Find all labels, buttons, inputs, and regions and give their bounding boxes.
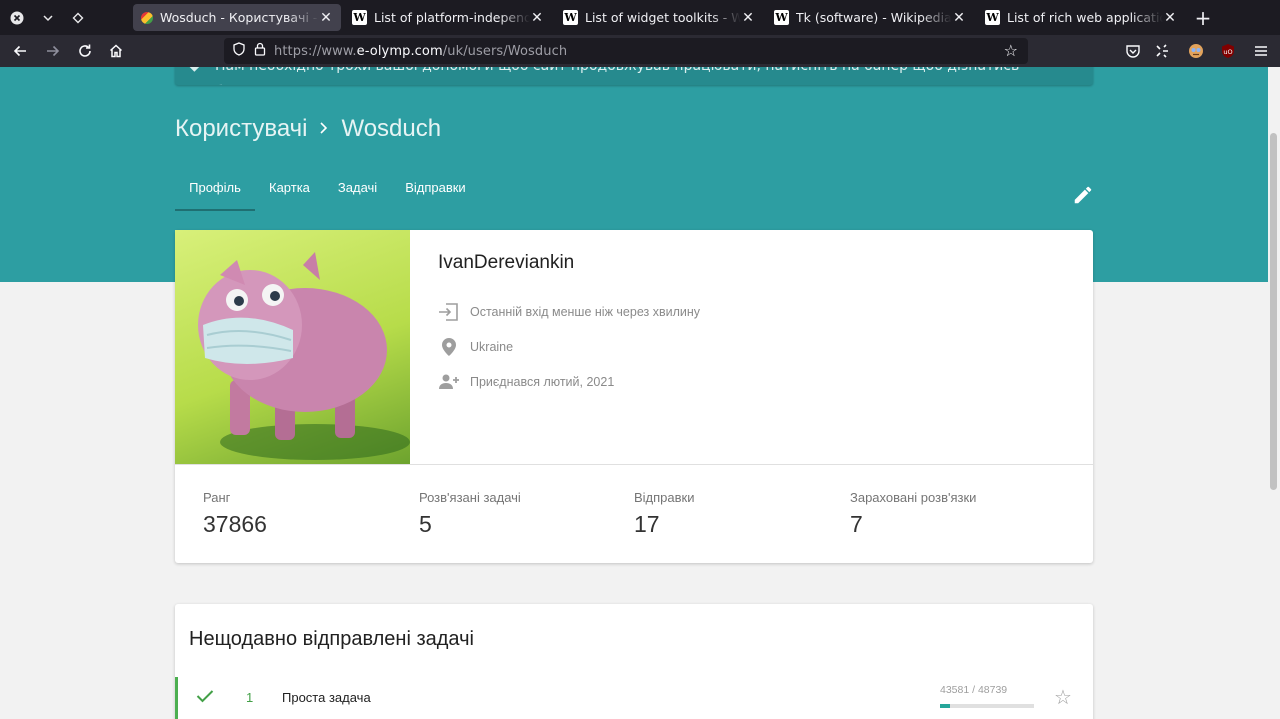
- chevron-down-icon[interactable]: [33, 0, 63, 35]
- tab-card[interactable]: Картка: [255, 173, 324, 211]
- profile-tabs: Профіль Картка Задачі Відправки: [175, 173, 480, 211]
- lock-icon[interactable]: [254, 42, 266, 60]
- stat-label: Відправки: [634, 490, 695, 505]
- url-prefix: https://www.: [274, 43, 357, 59]
- forward-button[interactable]: [37, 35, 69, 67]
- recent-problems-card: Нещодавно відправлені задачі 1 Проста за…: [175, 604, 1093, 719]
- url-text: https://www.e-olymp.com/uk/users/Wosduch: [274, 44, 567, 59]
- stat-submissions: Відправки 17: [634, 490, 695, 538]
- svg-text:uO: uO: [1223, 48, 1232, 56]
- browser-tab-bar: Wosduch - Користувачі - E-olymp ✕ W List…: [0, 0, 1280, 35]
- reload-button[interactable]: [69, 35, 101, 67]
- new-tab-button[interactable]: +: [1192, 4, 1214, 31]
- browser-tab[interactable]: W Tk (software) - Wikipedia ✕: [766, 4, 974, 31]
- extensions-icon[interactable]: [1153, 42, 1171, 60]
- profile-card: IvanDereviankin Останній вхід менше ніж …: [175, 230, 1093, 563]
- location-row: Ukraine: [438, 338, 513, 356]
- chevron-right-icon: [319, 119, 329, 140]
- bookmark-star-icon[interactable]: ☆: [1004, 41, 1018, 60]
- breadcrumb: Користувачі Wosduch: [175, 115, 441, 143]
- section-title: Нещодавно відправлені задачі: [189, 628, 474, 650]
- joined-text: Приєднався лютий, 2021: [470, 375, 615, 389]
- home-button[interactable]: [100, 35, 132, 67]
- back-button[interactable]: [4, 35, 36, 67]
- list-item[interactable]: 1 Проста задача 43581 / 48739 ☆: [175, 677, 1093, 719]
- close-tab-icon[interactable]: ✕: [952, 10, 966, 26]
- last-login-text: Останній вхід менше ніж через хвилину: [470, 305, 700, 319]
- url-domain: e-olymp.com: [356, 43, 443, 59]
- divider: [175, 464, 1093, 465]
- ublock-icon[interactable]: uO: [1219, 42, 1237, 60]
- problem-stats: 43581 / 48739: [940, 684, 1008, 696]
- tab-submissions[interactable]: Відправки: [391, 173, 480, 211]
- problem-name[interactable]: Проста задача: [282, 690, 371, 705]
- tab-title: Tk (software) - Wikipedia: [796, 10, 952, 25]
- banner-text: Нам необхідно трохи вашої допомоги щоб с…: [215, 67, 1019, 85]
- pocket-icon[interactable]: [1124, 42, 1142, 60]
- avatar: [175, 230, 410, 464]
- breadcrumb-parent[interactable]: Користувачі: [175, 115, 307, 143]
- wikipedia-icon: W: [563, 10, 578, 25]
- breadcrumb-current: Wosduch: [341, 115, 442, 142]
- eolymp-icon: [141, 11, 153, 24]
- stat-label: Зараховані розв'язки: [850, 490, 977, 505]
- stat-accepted: Зараховані розв'язки 7: [850, 490, 976, 538]
- edit-pencil-icon[interactable]: [1072, 184, 1094, 206]
- scrollbar-thumb[interactable]: [1270, 133, 1277, 490]
- page-content: ◆ Нам необхідно трохи вашої допомоги щоб…: [0, 67, 1268, 719]
- last-login-row: Останній вхід менше ніж через хвилину: [438, 303, 700, 321]
- stat-value: 5: [419, 511, 432, 537]
- profile-avatar-icon[interactable]: [1187, 42, 1205, 60]
- browser-nav-bar: https://www.e-olymp.com/uk/users/Wosduch…: [0, 35, 1280, 81]
- menu-icon[interactable]: [1252, 42, 1270, 60]
- wikipedia-icon: W: [774, 10, 789, 25]
- donation-banner[interactable]: ◆ Нам необхідно трохи вашої допомоги щоб…: [175, 67, 1093, 85]
- browser-tab[interactable]: Wosduch - Користувачі - E-olymp ✕: [133, 4, 341, 31]
- wikipedia-icon: W: [352, 10, 367, 25]
- tab-problems[interactable]: Задачі: [324, 173, 391, 211]
- close-window-icon[interactable]: [2, 0, 32, 35]
- person-add-icon: [438, 373, 460, 391]
- diamond-icon[interactable]: [63, 0, 93, 35]
- stat-value: 7: [850, 511, 863, 537]
- tab-profile[interactable]: Профіль: [175, 173, 255, 211]
- location-text: Ukraine: [470, 340, 514, 354]
- shield-icon[interactable]: [232, 42, 246, 60]
- tab-title: List of widget toolkits - Wikipedia: [585, 10, 741, 25]
- wikipedia-icon: W: [985, 10, 1000, 25]
- acceptance-progress-bar: [940, 704, 1034, 708]
- joined-row: Приєднався лютий, 2021: [438, 373, 614, 391]
- problem-number: 1: [246, 690, 254, 705]
- bell-icon: ◆: [189, 67, 200, 79]
- tab-title: List of rich web application frameworks: [1007, 10, 1163, 25]
- close-tab-icon[interactable]: ✕: [1163, 10, 1177, 26]
- stat-label: Розв'язані задачі: [419, 490, 521, 505]
- stat-rank: Ранг 37866: [203, 490, 267, 538]
- browser-tab[interactable]: W List of platform-independent GUI libra…: [344, 4, 552, 31]
- star-icon[interactable]: ☆: [1054, 685, 1072, 710]
- browser-tab[interactable]: W List of widget toolkits - Wikipedia ✕: [555, 4, 763, 31]
- check-icon: [196, 687, 214, 708]
- tab-strip: Wosduch - Користувачі - E-olymp ✕ W List…: [133, 4, 1188, 31]
- close-tab-icon[interactable]: ✕: [530, 10, 544, 26]
- browser-tab[interactable]: W List of rich web application framework…: [977, 4, 1185, 31]
- location-pin-icon: [438, 338, 460, 356]
- tab-title: List of platform-independent GUI librari…: [374, 10, 530, 25]
- stat-value: 37866: [203, 511, 267, 537]
- login-icon: [438, 303, 460, 321]
- url-path: /uk/users/Wosduch: [442, 43, 568, 59]
- tab-title: Wosduch - Користувачі - E-olymp: [160, 10, 319, 25]
- acceptance-progress-fill: [940, 704, 951, 708]
- address-bar[interactable]: https://www.e-olymp.com/uk/users/Wosduch…: [224, 38, 1028, 64]
- stat-value: 17: [634, 511, 660, 537]
- user-fullname: IvanDereviankin: [438, 252, 575, 273]
- stat-label: Ранг: [203, 490, 231, 505]
- close-tab-icon[interactable]: ✕: [741, 10, 755, 26]
- close-tab-icon[interactable]: ✕: [319, 10, 333, 26]
- stat-solved: Розв'язані задачі 5: [419, 490, 521, 538]
